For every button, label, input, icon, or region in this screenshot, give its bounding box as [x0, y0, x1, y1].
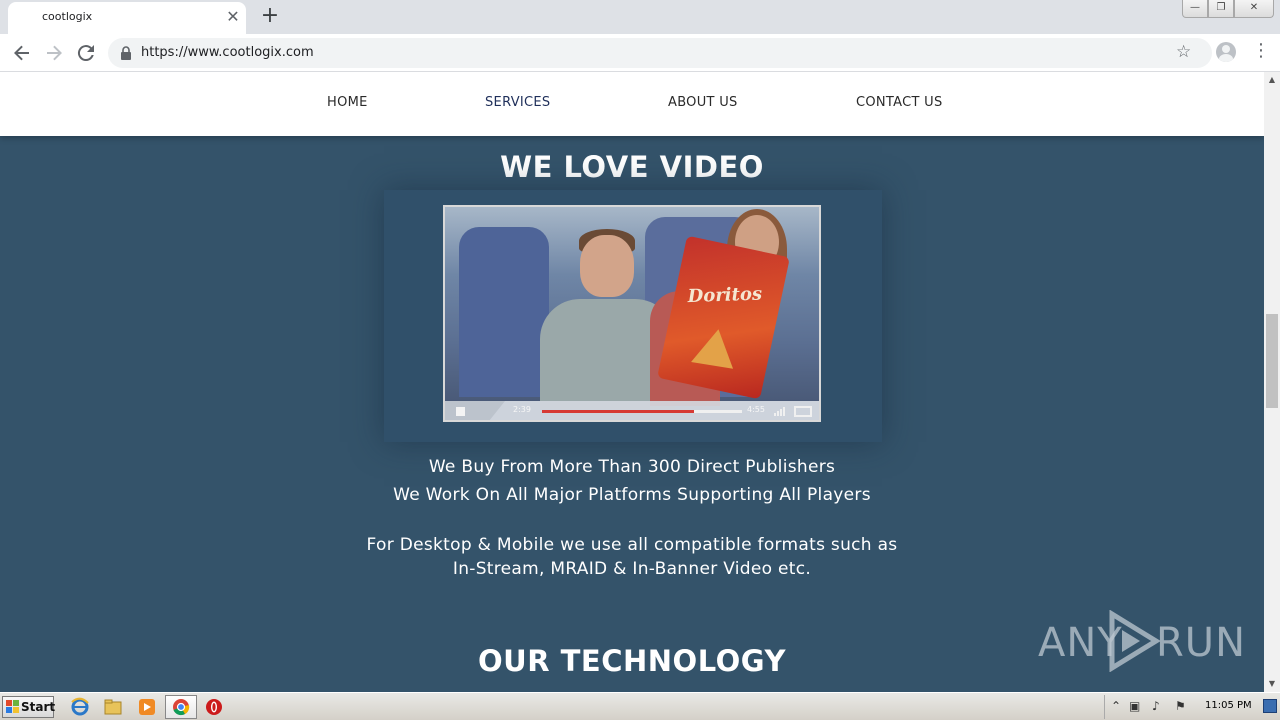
- reload-icon[interactable]: [74, 41, 98, 65]
- browser-toolbar: https://www.cootlogix.com ☆: [0, 34, 1280, 72]
- browser-menu-icon[interactable]: ⋮: [1252, 41, 1270, 61]
- scrollbar-thumb[interactable]: [1266, 314, 1278, 408]
- bookmark-star-icon[interactable]: ☆: [1176, 42, 1191, 62]
- opera-icon[interactable]: [204, 697, 224, 717]
- anyrun-watermark: ANY RUN: [1038, 610, 1245, 674]
- media-player-icon[interactable]: [137, 697, 157, 717]
- video-thumbnail: Doritos: [445, 207, 819, 409]
- tab-title: cootlogix: [42, 10, 93, 23]
- watermark-run-text: RUN: [1156, 620, 1246, 666]
- window-minimize-button[interactable]: —: [1182, 0, 1208, 18]
- browser-tab[interactable]: cootlogix ✕: [8, 2, 246, 34]
- publishers-text: We Buy From More Than 300 Direct Publish…: [428, 457, 836, 477]
- address-bar[interactable]: https://www.cootlogix.com ☆: [108, 38, 1212, 68]
- url-text: https://www.cootlogix.com: [141, 45, 314, 60]
- video-progress-fill: [542, 410, 694, 413]
- current-time: 2:39: [513, 405, 531, 414]
- system-tray: ⌃ ▣ ♪ ⚑ 11:05 PM: [1104, 695, 1280, 719]
- chrome-icon: [173, 699, 190, 716]
- windows-logo-icon: [6, 700, 19, 713]
- video-player[interactable]: Doritos 2:39 4:55: [443, 205, 821, 422]
- file-explorer-icon[interactable]: [103, 697, 123, 717]
- controls-accent: [445, 401, 505, 420]
- fullscreen-icon[interactable]: [794, 406, 812, 417]
- duration-time: 4:55: [747, 405, 765, 414]
- browser-tab-bar: cootlogix ✕ + — ❐ ✕: [0, 0, 1280, 34]
- nav-contact-us-link[interactable]: CONTACT US: [856, 95, 943, 110]
- scroll-down-arrow-icon[interactable]: ▼: [1264, 676, 1280, 692]
- action-center-flag-icon[interactable]: ⚑: [1175, 699, 1186, 713]
- scroll-up-arrow-icon[interactable]: ▲: [1264, 72, 1280, 88]
- page-viewport: HOME SERVICES ABOUT US CONTACT US WE LOV…: [0, 72, 1264, 692]
- forward-arrow-icon[interactable]: [42, 41, 66, 65]
- video-progress-bar[interactable]: [542, 410, 742, 413]
- start-button[interactable]: Start: [2, 696, 56, 718]
- tray-expand-icon[interactable]: ⌃: [1111, 699, 1121, 713]
- lock-icon: [121, 46, 131, 60]
- formats-text: For Desktop & Mobile we use all compatib…: [366, 535, 898, 555]
- stop-icon[interactable]: [456, 407, 465, 416]
- nav-about-us-link[interactable]: ABOUT US: [668, 95, 738, 110]
- back-arrow-icon[interactable]: [10, 41, 34, 65]
- video-section-heading: WE LOVE VIDEO: [500, 150, 764, 184]
- page-scrollbar[interactable]: ▲ ▼: [1264, 72, 1280, 692]
- airplane-seat-left: [459, 227, 549, 397]
- window-maximize-button[interactable]: ❐: [1208, 0, 1234, 18]
- network-icon[interactable]: ▣: [1129, 699, 1140, 713]
- video-controls: 2:39 4:55: [445, 401, 819, 420]
- site-navigation: HOME SERVICES ABOUT US CONTACT US: [0, 72, 1264, 136]
- tab-close-icon[interactable]: ✕: [225, 9, 241, 25]
- start-label: Start: [21, 700, 56, 714]
- show-desktop-icon[interactable]: [1263, 699, 1277, 713]
- window-close-button[interactable]: ✕: [1234, 0, 1274, 18]
- platforms-text: We Work On All Major Platforms Supportin…: [393, 485, 871, 505]
- windows-taskbar: Start ⌃ ▣ ♪ ⚑ 11:05 PM: [0, 692, 1280, 720]
- internet-explorer-icon[interactable]: [70, 697, 90, 717]
- taskbar-clock[interactable]: 11:05 PM: [1205, 700, 1252, 711]
- volume-bars-icon[interactable]: [774, 407, 786, 416]
- formats-list-text: In-Stream, MRAID & In-Banner Video etc.: [452, 559, 812, 579]
- passenger-man-head: [580, 235, 634, 297]
- nav-services-link[interactable]: SERVICES: [485, 95, 550, 110]
- chip-bag-logo: Doritos: [687, 283, 763, 308]
- profile-avatar-icon[interactable]: [1216, 42, 1236, 62]
- nav-home-link[interactable]: HOME: [327, 95, 368, 110]
- chip-image: [685, 324, 743, 375]
- chrome-taskbar-button[interactable]: [165, 695, 197, 719]
- new-tab-button[interactable]: +: [259, 5, 281, 27]
- volume-icon[interactable]: ♪: [1152, 699, 1160, 713]
- play-logo-icon: [1109, 610, 1160, 672]
